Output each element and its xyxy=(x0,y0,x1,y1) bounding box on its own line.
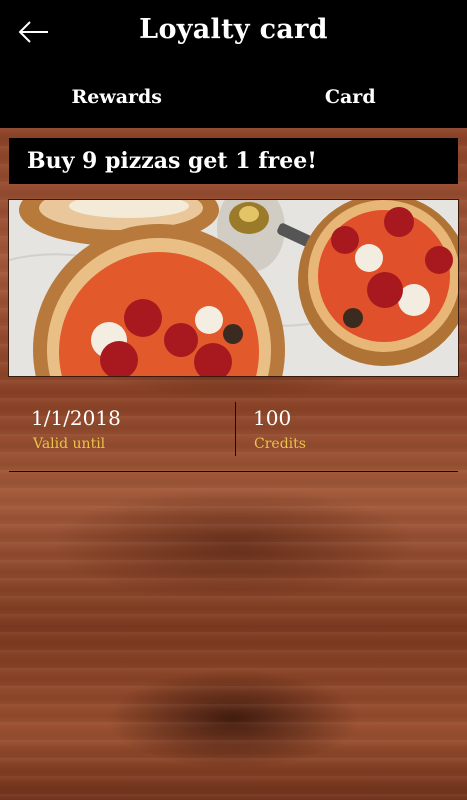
vertical-divider xyxy=(235,402,236,456)
credits-value: 100 xyxy=(253,406,292,430)
valid-until-block: 1/1/2018 Valid until xyxy=(9,398,235,458)
horizontal-divider xyxy=(9,471,458,472)
credits-label: Credits xyxy=(254,436,306,452)
tab-rewards[interactable]: Rewards xyxy=(0,80,234,120)
valid-until-value: 1/1/2018 xyxy=(31,406,121,430)
valid-until-label: Valid until xyxy=(33,436,106,452)
app-header: Loyalty card Rewards Card xyxy=(0,0,467,128)
tab-card[interactable]: Card xyxy=(234,80,467,120)
page-title: Loyalty card xyxy=(139,14,328,45)
pizza-image xyxy=(8,199,459,377)
promo-banner: Buy 9 pizzas get 1 free! xyxy=(9,138,458,184)
tab-bar: Rewards Card xyxy=(0,80,467,120)
card-info-row: 1/1/2018 Valid until 100 Credits xyxy=(9,398,458,458)
credits-block: 100 Credits xyxy=(245,398,458,458)
